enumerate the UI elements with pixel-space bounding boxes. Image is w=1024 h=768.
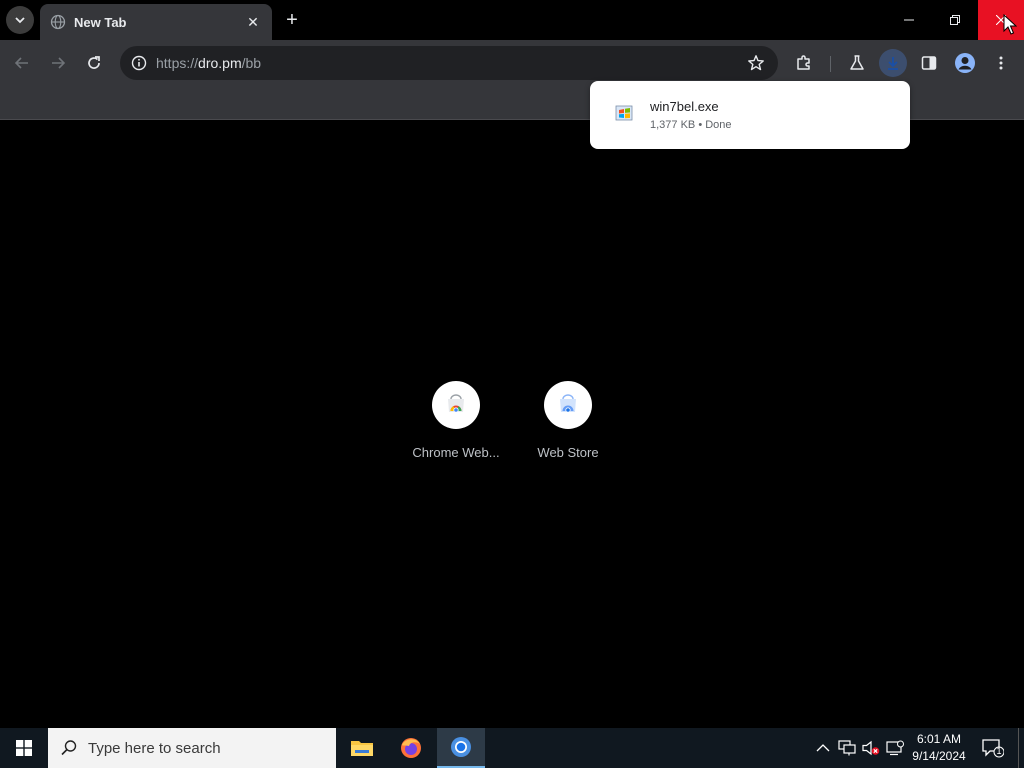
tab-new-tab[interactable]: New Tab ✕ — [40, 4, 272, 40]
arrow-left-icon — [14, 57, 28, 69]
shortcut-chrome-web-store[interactable]: Chrome Web... — [400, 381, 512, 460]
display-icon[interactable] — [886, 740, 904, 756]
download-status: 1,377 KB • Done — [650, 119, 732, 131]
tab-close-button[interactable]: ✕ — [244, 13, 262, 31]
clock-time: 6:01 AM — [916, 732, 962, 746]
forward-button[interactable] — [44, 49, 72, 77]
back-button[interactable] — [8, 49, 36, 77]
url-scheme: https:// — [156, 55, 199, 71]
shortcut-web-store[interactable]: Web Store — [512, 381, 624, 460]
tab-title: New Tab — [74, 14, 127, 30]
clock-date: 9/14/2024 — [912, 749, 966, 763]
extensions-button[interactable] — [790, 49, 818, 77]
toolbar-separator — [830, 56, 831, 72]
mouse-cursor-icon — [1003, 13, 1018, 36]
menu-button[interactable] — [987, 49, 1015, 77]
chevron-down-icon — [15, 17, 25, 24]
web-store-icon — [544, 381, 592, 429]
download-icon — [888, 57, 898, 70]
search-placeholder: Type here to search — [88, 739, 221, 757]
globe-icon — [50, 14, 66, 30]
show-desktop-button[interactable] — [1018, 728, 1019, 768]
tab-search-button[interactable] — [6, 6, 34, 34]
taskbar-search-box[interactable]: Type here to search — [48, 728, 336, 768]
minimize-icon — [904, 19, 914, 21]
windows-logo-icon — [16, 740, 32, 756]
new-tab-page: Chrome Web... Web Store — [0, 121, 1024, 728]
side-panel-button[interactable] — [915, 49, 943, 77]
arrow-right-icon — [52, 57, 66, 69]
flask-icon — [850, 55, 864, 70]
site-info-icon[interactable] — [122, 46, 156, 80]
new-tab-button[interactable]: + — [280, 8, 304, 32]
windows-installer-icon[interactable] — [614, 102, 636, 124]
start-button[interactable] — [0, 728, 48, 768]
bookmark-star-icon[interactable] — [746, 53, 766, 73]
puzzle-icon — [797, 55, 810, 70]
address-bar[interactable]: https://dro.pm/bb — [120, 46, 778, 80]
taskbar-chrome[interactable] — [437, 728, 485, 768]
chrome-web-store-icon — [432, 381, 480, 429]
download-button[interactable] — [879, 49, 907, 77]
labs-button[interactable] — [843, 49, 871, 77]
file-explorer-icon — [351, 741, 373, 756]
chrome-icon — [451, 737, 471, 757]
reload-button[interactable] — [80, 49, 108, 77]
chevron-up-icon[interactable] — [814, 740, 832, 756]
url-host: dro.pm — [198, 55, 242, 71]
avatar-icon — [955, 53, 975, 73]
url-path: /bb — [241, 55, 262, 71]
windows-taskbar: Type here to search 6:01 AM 9/14/2024 1 — [0, 728, 1024, 768]
notification-center-button[interactable]: 1 — [980, 738, 1005, 758]
volume-muted-icon[interactable] — [862, 740, 880, 756]
taskbar-clock[interactable]: 6:01 AM 9/14/2024 — [904, 731, 974, 765]
desktop-screen: New Tab ✕ + https://dro.pm/bb Chrome Web… — [0, 0, 1024, 768]
address-text: https://dro.pm/bb — [156, 55, 261, 71]
search-icon — [61, 740, 77, 756]
restore-button[interactable] — [932, 0, 978, 40]
download-bubble: win7bel.exe 1,377 KB • Done — [590, 81, 910, 149]
network-icon[interactable] — [838, 740, 856, 756]
minimize-button[interactable] — [886, 0, 932, 40]
browser-toolbar: https://dro.pm/bb — [0, 40, 1024, 86]
profile-button[interactable] — [951, 49, 979, 77]
taskbar-firefox[interactable] — [387, 728, 435, 768]
more-vert-icon — [999, 56, 1003, 70]
shortcut-label: Web Store — [537, 445, 599, 460]
taskbar-file-explorer[interactable] — [338, 728, 386, 768]
download-filename[interactable]: win7bel.exe — [650, 99, 719, 114]
side-panel-icon — [921, 56, 937, 70]
notification-count: 1 — [996, 746, 1002, 756]
reload-icon — [88, 56, 100, 69]
restore-icon — [950, 15, 960, 25]
window-close-button[interactable] — [978, 0, 1024, 40]
shortcut-label: Chrome Web... — [412, 445, 500, 460]
tab-strip: New Tab ✕ + — [0, 0, 1024, 40]
firefox-icon — [401, 738, 421, 758]
